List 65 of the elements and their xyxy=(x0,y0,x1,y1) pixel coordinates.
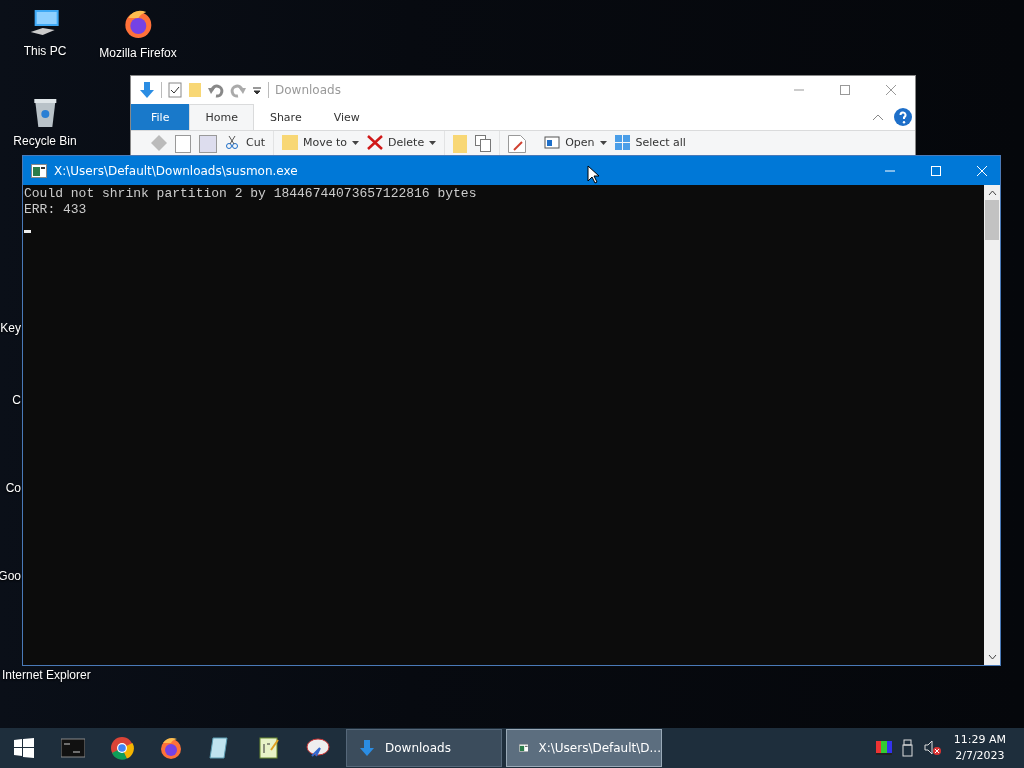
ribbon-button[interactable]: Open xyxy=(544,135,607,150)
caret-icon xyxy=(599,140,607,145)
icon-label[interactable]: C xyxy=(12,393,21,407)
clock-date[interactable]: 2/7/2023 xyxy=(955,748,1005,764)
icon-label[interactable]: Mozilla Firefox xyxy=(99,46,177,60)
close-icon xyxy=(885,84,897,96)
ribbon-tab[interactable]: Home xyxy=(189,104,254,130)
chrome-icon xyxy=(109,736,134,760)
ribbon-button[interactable]: Cut xyxy=(225,135,265,150)
dropdown-icon xyxy=(252,85,262,95)
ribbon-tab[interactable]: View xyxy=(317,104,376,130)
copy-path-icon xyxy=(475,135,492,152)
console-output-line: Could not shrink partition 2 by 18446744073657122816 bytes xyxy=(24,186,478,202)
scroll-down-icon xyxy=(987,654,997,660)
console-output-line: ERR: 433 xyxy=(24,202,88,218)
ribbon-button[interactable]: Delete xyxy=(367,135,437,150)
recycle-bin-icon xyxy=(31,96,59,128)
redo-icon xyxy=(230,82,246,98)
icon-label[interactable]: Co xyxy=(5,481,21,495)
scroll-up-icon xyxy=(987,190,997,196)
text-cursor xyxy=(24,230,31,233)
firefox-icon xyxy=(158,736,183,760)
windows-logo-icon xyxy=(14,738,34,758)
ribbon-button[interactable]: Move to xyxy=(281,135,359,150)
scrollbar[interactable] xyxy=(984,185,1000,665)
collapse-ribbon-icon xyxy=(872,113,884,121)
download-arrow-icon xyxy=(139,81,155,99)
clock-time[interactable]: 11:29 AM xyxy=(953,732,1006,748)
icon-label[interactable]: Recycle Bin xyxy=(13,134,77,148)
maximize-icon xyxy=(930,164,942,177)
folder-icon xyxy=(453,135,468,153)
text-editor-icon xyxy=(256,736,281,760)
folder-icon xyxy=(281,135,298,150)
icon-label[interactable]: This PC xyxy=(23,44,67,58)
delete-x-icon xyxy=(367,135,383,150)
caret-icon xyxy=(352,140,359,145)
taskbar-button[interactable]: X:\Users\Default\D... xyxy=(506,729,662,767)
computer-icon xyxy=(29,8,61,38)
help-icon xyxy=(894,108,912,126)
ribbon-button[interactable]: Select all xyxy=(614,135,686,150)
firefox-icon xyxy=(122,8,154,40)
speaker-muted-icon xyxy=(923,740,942,756)
ribbon-tab[interactable]: Share xyxy=(253,104,318,130)
properties-icon xyxy=(168,82,182,98)
command-prompt-icon xyxy=(60,736,85,760)
scroll-thumb[interactable] xyxy=(985,200,999,240)
usb-drive-icon xyxy=(901,739,914,757)
undo-icon xyxy=(208,82,224,98)
select-all-icon xyxy=(614,135,631,150)
console-app-icon xyxy=(31,163,47,178)
folder-icon xyxy=(188,82,202,98)
icon-label[interactable]: Internet Explorer xyxy=(2,668,91,682)
window-title: Downloads xyxy=(275,83,341,97)
file-menu-tab[interactable]: File xyxy=(131,104,190,130)
mouse-pointer-icon xyxy=(587,165,599,184)
caret-icon xyxy=(429,140,437,145)
open-window-icon xyxy=(544,135,561,150)
taskbar-button[interactable]: Downloads xyxy=(346,729,502,767)
close-icon xyxy=(976,164,988,177)
maximize-icon xyxy=(839,84,851,96)
download-arrow-icon xyxy=(359,739,375,757)
scissors-icon xyxy=(225,135,241,150)
icon-label[interactable]: Key xyxy=(0,321,21,335)
display-color-icon xyxy=(875,741,892,755)
window-title: X:\Users\Default\Downloads\susmon.exe xyxy=(54,163,298,178)
